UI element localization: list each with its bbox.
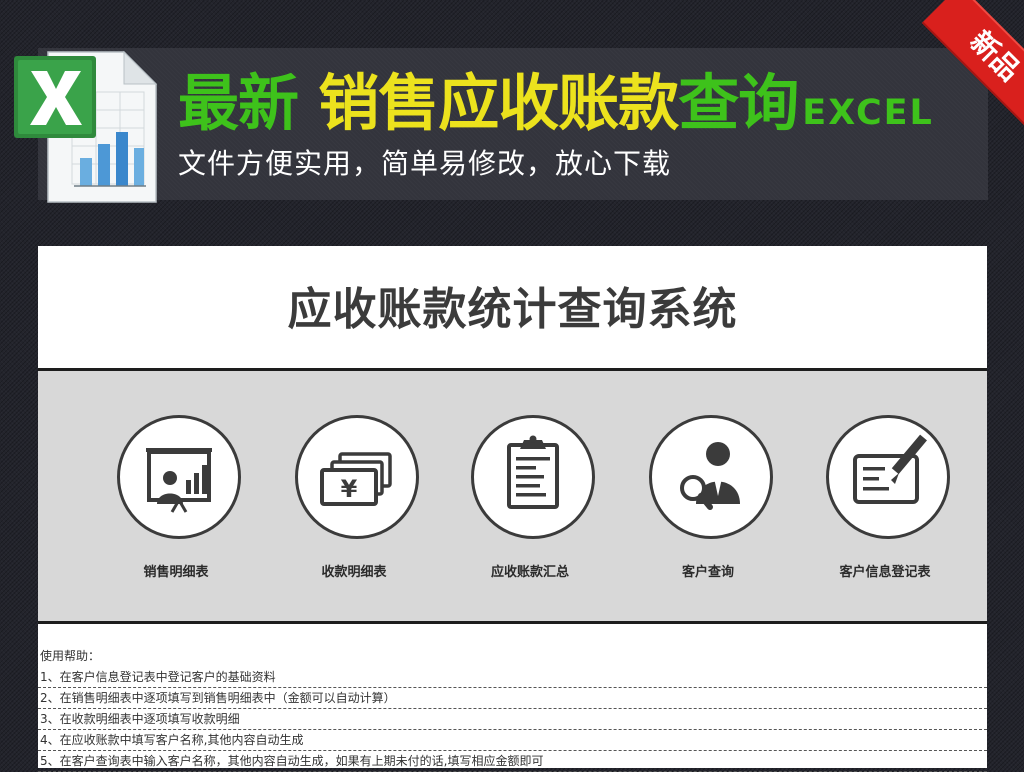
- excel-file-icon: [14, 50, 158, 203]
- banner-title: 最新 销售应收账款查询 EXCEL: [178, 64, 934, 144]
- nav-area: 销售明细表 ¥ 收款明细表 应收账款汇总 客户查询 客户信息登记表: [38, 368, 987, 624]
- nav-circle: [117, 415, 241, 539]
- help-title: 使用帮助：: [40, 649, 101, 663]
- nav-item-sales-details[interactable]: 销售明细表: [94, 371, 264, 621]
- new-product-badge: 新品: [921, 0, 1024, 130]
- title-query: 查询: [678, 68, 799, 139]
- title-main: 销售应收账款: [318, 68, 679, 139]
- corner-ribbon: 新品: [884, 0, 1024, 140]
- help-item: 5、在客户查询表中输入客户名称，其他内容自动生成，如果有上期未付的话,填写相应金…: [38, 751, 987, 772]
- form-pen-icon: [853, 434, 927, 504]
- help-item: 2、在销售明细表中逐项填写到销售明细表中（金额可以自动计算）: [38, 688, 987, 709]
- nav-label: 应收账款汇总: [490, 565, 569, 580]
- main-panel: 应收账款统计查询系统 销售明细表 ¥ 收款明细表 应收账款汇总 客户查询 客户信…: [38, 246, 987, 772]
- system-title: 应收账款统计查询系统: [287, 284, 738, 335]
- nav-circle: [471, 415, 595, 539]
- nav-item-customer-query[interactable]: 客户查询: [626, 371, 796, 621]
- yen-bills-icon: ¥: [320, 452, 392, 506]
- nav-label: 销售明细表: [143, 565, 209, 580]
- nav-item-receivables-summary[interactable]: 应收账款汇总: [448, 371, 618, 621]
- nav-label: 收款明细表: [321, 565, 387, 580]
- help-list: 1、在客户信息登记表中登记客户的基础资料 2、在销售明细表中逐项填写到销售明细表…: [38, 667, 987, 772]
- nav-label: 客户信息登记表: [839, 565, 931, 580]
- person-search-icon: [680, 442, 740, 510]
- presentation-chart-icon: [146, 448, 212, 513]
- banner-subtitle: 文件方便实用，简单易修改，放心下载: [178, 147, 672, 180]
- nav-circle: ¥: [295, 415, 419, 539]
- svg-text:¥: ¥: [341, 475, 358, 503]
- nav-item-customer-registration[interactable]: 客户信息登记表: [803, 371, 973, 621]
- nav-circle: [826, 415, 950, 539]
- help-item: 1、在客户信息登记表中登记客户的基础资料: [38, 667, 987, 688]
- nav-label: 客户查询: [681, 565, 734, 580]
- help-item: 3、在收款明细表中逐项填写收款明细: [38, 709, 987, 730]
- clipboard-icon: [507, 435, 559, 509]
- nav-item-receipt-details[interactable]: ¥ 收款明细表: [272, 371, 442, 621]
- help-item: 4、在应收账款中填写客户名称,其他内容自动生成: [38, 730, 987, 751]
- title-highlight-latest: 最新: [178, 68, 299, 139]
- usage-help: 使用帮助： 1、在客户信息登记表中登记客户的基础资料 2、在销售明细表中逐项填写…: [38, 646, 987, 772]
- nav-circle: [649, 415, 773, 539]
